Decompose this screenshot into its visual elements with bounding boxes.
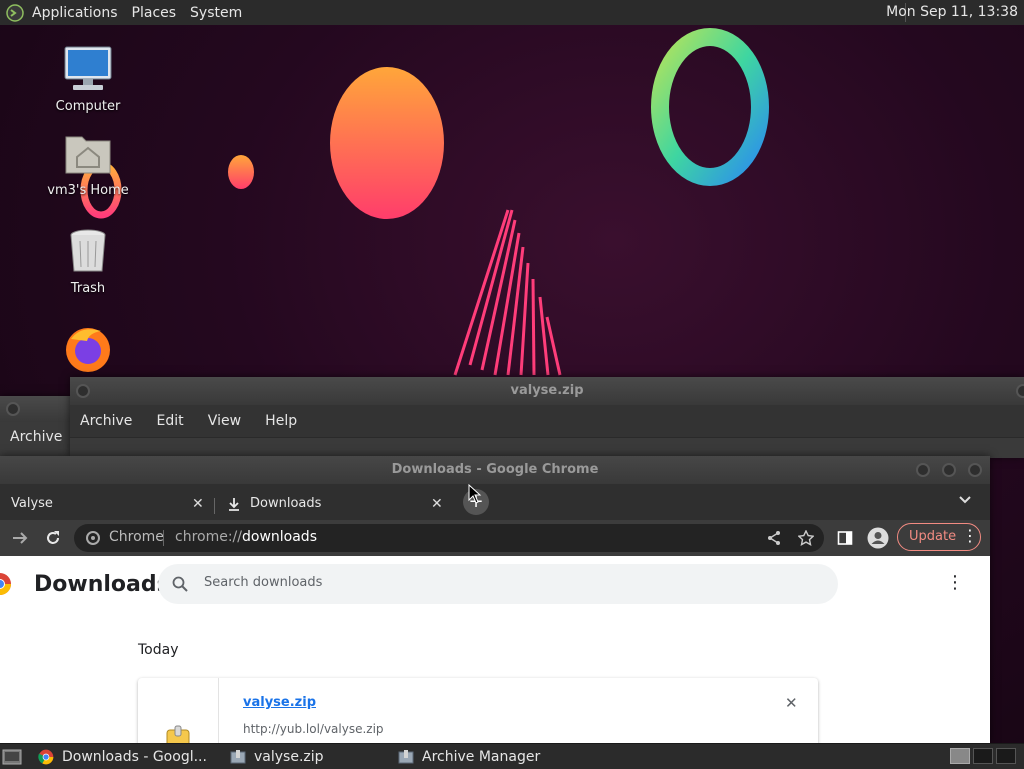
workspace-3[interactable]: [996, 748, 1016, 764]
reload-icon[interactable]: [44, 529, 62, 547]
archive-toolbar: [70, 437, 1024, 458]
menu-dots-icon[interactable]: ⋮: [962, 527, 978, 545]
forward-arrow-icon[interactable]: [11, 529, 29, 547]
desktop-icon-firefox[interactable]: [38, 325, 138, 379]
mouse-cursor-icon: [468, 484, 482, 504]
workspace-switcher[interactable]: [950, 748, 1016, 764]
omnibox[interactable]: Chrome chrome://downloads: [74, 524, 824, 552]
more-actions-icon[interactable]: ⋮: [946, 572, 964, 593]
mate-logo-icon[interactable]: [6, 3, 24, 22]
system-menu[interactable]: System: [190, 5, 242, 21]
download-icon: [229, 498, 239, 511]
url-host: downloads: [242, 529, 317, 545]
taskbar-item-archive-manager[interactable]: Archive Manager: [392, 744, 604, 769]
desktop-icon-home[interactable]: vm3's Home: [38, 129, 138, 198]
share-icon[interactable]: [766, 530, 782, 546]
menu-archive[interactable]: Archive: [0, 422, 72, 452]
taskbar-item-label: Archive Manager: [422, 748, 541, 765]
desktop-icon-computer[interactable]: Computer: [38, 45, 138, 114]
tab-title: Valyse: [11, 496, 53, 511]
workspace-2[interactable]: [973, 748, 993, 764]
desktop-icon-label: Trash: [70, 281, 106, 296]
omnibox-scheme-label: Chrome: [109, 529, 164, 545]
show-desktop-icon[interactable]: [2, 749, 22, 765]
chrome-icon: [38, 749, 54, 764]
tab-title: Downloads: [250, 496, 322, 511]
bottom-taskbar: Downloads - Googl... valyse.zip Archive …: [0, 743, 1024, 769]
tab-strip: Valyse ✕ Downloads ✕ +: [0, 484, 990, 520]
applications-menu[interactable]: Applications: [32, 5, 118, 21]
tab-close-icon[interactable]: ✕: [431, 488, 443, 520]
taskbar-item-label: Downloads - Googl...: [62, 748, 207, 765]
url-prefix: chrome://: [175, 529, 242, 545]
update-button[interactable]: Update ⋮: [897, 523, 981, 551]
menubar: Archive Edit View Help: [70, 405, 1024, 437]
zip-file-icon: [166, 725, 190, 743]
downloads-page: Downloads Search downloads ⋮ Today valys…: [0, 556, 990, 743]
omnibox-url: chrome://downloads: [175, 529, 317, 545]
window-close-button[interactable]: [968, 463, 982, 477]
omnibox-divider: [163, 530, 164, 546]
firefox-icon: [66, 328, 110, 372]
menu-edit[interactable]: Edit: [147, 405, 194, 437]
desktop-icon-trash[interactable]: Trash: [38, 227, 138, 296]
trash-icon: [70, 229, 106, 272]
window-close-button[interactable]: [6, 402, 20, 416]
taskbar-item-label: valyse.zip: [254, 748, 324, 765]
search-placeholder: Search downloads: [204, 575, 323, 590]
update-label: Update: [909, 529, 957, 544]
search-icon: [172, 576, 188, 592]
archive-icon: [398, 749, 414, 763]
window-minimize-button[interactable]: [916, 463, 930, 477]
menu-archive[interactable]: Archive: [70, 405, 142, 437]
window-close-button[interactable]: [1016, 384, 1024, 398]
chrome-window[interactable]: Downloads - Google Chrome Valyse ✕ Downl…: [0, 456, 990, 743]
tab-valyse[interactable]: Valyse ✕: [0, 488, 212, 520]
top-panel: Applications Places System Mon Sep 11, 1…: [0, 0, 1024, 26]
section-heading-today: Today: [138, 642, 179, 658]
tab-search-chevron-down-icon[interactable]: [958, 494, 972, 508]
workspace-1[interactable]: [950, 748, 970, 764]
archive-manager-window[interactable]: Archive: [0, 396, 72, 456]
side-panel-icon[interactable]: [837, 530, 853, 546]
window-maximize-button[interactable]: [942, 463, 956, 477]
window-title: valyse.zip: [510, 383, 584, 398]
desktop-icon-label: Computer: [55, 99, 121, 114]
profile-avatar-icon[interactable]: [867, 527, 889, 549]
tab-divider: [214, 498, 215, 514]
file-icon-column: [138, 678, 219, 743]
menu-help[interactable]: Help: [255, 405, 307, 437]
menubar: Archive: [0, 422, 72, 452]
download-filename-link[interactable]: valyse.zip: [243, 695, 316, 710]
window-titlebar[interactable]: [0, 396, 72, 422]
computer-icon: [64, 46, 112, 90]
page-title: Downloads: [34, 572, 170, 597]
search-downloads-field[interactable]: Search downloads: [158, 564, 838, 604]
window-titlebar[interactable]: valyse.zip: [70, 377, 1024, 405]
desktop-icon-label: vm3's Home: [47, 183, 129, 198]
browser-toolbar: Chrome chrome://downloads Update ⋮: [0, 520, 990, 556]
tab-downloads[interactable]: Downloads ✕: [218, 488, 450, 520]
remove-download-close-icon[interactable]: ✕: [785, 694, 798, 712]
chrome-site-icon: [86, 531, 100, 545]
tab-close-icon[interactable]: ✕: [192, 488, 204, 520]
bookmark-star-icon[interactable]: [798, 530, 814, 546]
window-menu-button[interactable]: [76, 384, 90, 398]
places-menu[interactable]: Places: [132, 5, 177, 21]
valyse-zip-window[interactable]: valyse.zip Archive Edit View Help: [70, 377, 1024, 458]
download-item-card: valyse.zip http://yub.lol/valyse.zip ✕: [138, 678, 818, 743]
download-source-url: http://yub.lol/valyse.zip: [243, 722, 384, 736]
menu-view[interactable]: View: [198, 405, 251, 437]
window-title: Downloads - Google Chrome: [391, 462, 599, 477]
home-folder-icon: [65, 136, 111, 174]
taskbar-item-valyse-zip[interactable]: valyse.zip: [224, 744, 392, 769]
window-titlebar[interactable]: Downloads - Google Chrome: [0, 456, 990, 484]
taskbar-item-chrome[interactable]: Downloads - Googl...: [32, 744, 224, 769]
clock[interactable]: Mon Sep 11, 13:38: [886, 4, 1018, 20]
chrome-logo-icon: [0, 573, 11, 595]
archive-icon: [230, 749, 246, 763]
